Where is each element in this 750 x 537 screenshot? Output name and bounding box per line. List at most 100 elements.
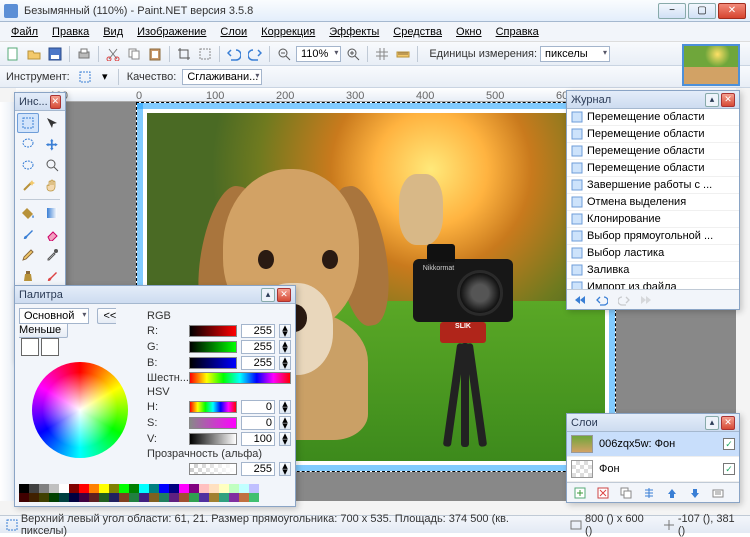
palette-swatch[interactable]: [219, 493, 229, 502]
palette-swatch[interactable]: [119, 484, 129, 493]
window-close-button[interactable]: ✕: [718, 3, 746, 19]
layer-merge[interactable]: [640, 484, 658, 502]
zoom-combo[interactable]: 110%: [296, 46, 341, 62]
palette-swatch[interactable]: [109, 493, 119, 502]
palette-swatch[interactable]: [169, 484, 179, 493]
palette-swatch[interactable]: [89, 484, 99, 493]
h-value[interactable]: 0: [241, 400, 275, 414]
layer-down[interactable]: [686, 484, 704, 502]
history-undo[interactable]: [593, 291, 611, 309]
history-item[interactable]: Перемещение области: [567, 109, 739, 126]
menu-window[interactable]: Окно: [449, 24, 489, 40]
window-minimize-button[interactable]: −: [658, 3, 686, 19]
palette-swatch[interactable]: [99, 493, 109, 502]
menu-view[interactable]: Вид: [96, 24, 130, 40]
history-item[interactable]: Выбор прямоугольной ...: [567, 228, 739, 245]
h-spin[interactable]: ▴▾: [279, 400, 291, 414]
v-slider[interactable]: [189, 433, 237, 445]
tool-move-pixels[interactable]: [41, 134, 63, 154]
palette-swatch[interactable]: [169, 493, 179, 502]
palette-swatch[interactable]: [29, 484, 39, 493]
history-item[interactable]: Клонирование: [567, 211, 739, 228]
palette-swatch[interactable]: [189, 484, 199, 493]
layer-up[interactable]: [663, 484, 681, 502]
b-value[interactable]: 255: [241, 356, 275, 370]
history-item[interactable]: Перемещение области: [567, 143, 739, 160]
grid-button[interactable]: [373, 45, 391, 63]
layer-row[interactable]: 006zqx5w: Фон✓: [567, 432, 739, 457]
palette-swatch[interactable]: [79, 493, 89, 502]
color-wheel[interactable]: [32, 362, 128, 458]
zoom-in-button[interactable]: [344, 45, 362, 63]
palette-swatch[interactable]: [139, 484, 149, 493]
palette-swatch[interactable]: [189, 493, 199, 502]
redo-button[interactable]: [246, 45, 264, 63]
layer-properties[interactable]: [709, 484, 727, 502]
layer-delete[interactable]: [594, 484, 612, 502]
palette-swatch[interactable]: [179, 493, 189, 502]
secondary-color-swatch[interactable]: [41, 338, 59, 356]
palette-swatch[interactable]: [229, 493, 239, 502]
palette-swatch[interactable]: [239, 484, 249, 493]
tool-brush[interactable]: [17, 224, 39, 244]
palette-swatch[interactable]: [49, 484, 59, 493]
h-slider[interactable]: [189, 401, 237, 413]
new-button[interactable]: [4, 45, 22, 63]
tool-recolor[interactable]: [41, 266, 63, 286]
history-item[interactable]: Перемещение области: [567, 126, 739, 143]
palette-swatch[interactable]: [29, 493, 39, 502]
palette-swatch[interactable]: [109, 484, 119, 493]
palette-swatch[interactable]: [249, 493, 259, 502]
print-button[interactable]: [75, 45, 93, 63]
alpha-slider[interactable]: [189, 463, 237, 475]
layer-visible-checkbox[interactable]: ✓: [723, 463, 735, 475]
palette-swatch[interactable]: [119, 493, 129, 502]
r-slider[interactable]: [189, 325, 237, 337]
tool-gradient[interactable]: [41, 203, 63, 223]
palette-swatch[interactable]: [79, 484, 89, 493]
v-value[interactable]: 100: [241, 432, 275, 446]
palette-swatch[interactable]: [139, 493, 149, 502]
alpha-value[interactable]: 255: [241, 462, 275, 476]
palette-swatch[interactable]: [149, 484, 159, 493]
tool-ellipse-select[interactable]: [17, 155, 39, 175]
palette-swatch[interactable]: [159, 484, 169, 493]
palette-swatch[interactable]: [159, 493, 169, 502]
history-item[interactable]: Импорт из файла: [567, 279, 739, 289]
palette-swatch[interactable]: [129, 484, 139, 493]
tools-panel-close[interactable]: ✕: [50, 95, 61, 109]
alpha-spin[interactable]: ▴▾: [279, 462, 291, 476]
layer-add[interactable]: [571, 484, 589, 502]
palette-swatch[interactable]: [19, 493, 29, 502]
palette-swatch[interactable]: [199, 493, 209, 502]
palette-swatch[interactable]: [19, 484, 29, 493]
palette-swatch[interactable]: [209, 484, 219, 493]
history-item[interactable]: Выбор ластика: [567, 245, 739, 262]
menu-image[interactable]: Изображение: [130, 24, 213, 40]
palette-swatch[interactable]: [69, 493, 79, 502]
colors-panel-close[interactable]: ✕: [277, 288, 291, 302]
r-spin[interactable]: ▴▾: [279, 324, 291, 338]
history-list[interactable]: Перемещение областиПеремещение областиПе…: [567, 109, 739, 289]
s-slider[interactable]: [189, 417, 237, 429]
r-value[interactable]: 255: [241, 324, 275, 338]
save-button[interactable]: [46, 45, 64, 63]
tool-eraser[interactable]: [41, 224, 63, 244]
deselect-button[interactable]: [196, 45, 214, 63]
palette-swatch[interactable]: [199, 484, 209, 493]
palette-swatch[interactable]: [219, 484, 229, 493]
window-maximize-button[interactable]: ▢: [688, 3, 716, 19]
menu-file[interactable]: Файл: [4, 24, 45, 40]
zoom-out-button[interactable]: [275, 45, 293, 63]
menu-effects[interactable]: Эффекты: [322, 24, 386, 40]
palette-swatch[interactable]: [99, 484, 109, 493]
layers-panel-roll[interactable]: ▴: [705, 416, 719, 430]
tool-pencil[interactable]: [17, 245, 39, 265]
menu-edit[interactable]: Правка: [45, 24, 96, 40]
layer-visible-checkbox[interactable]: ✓: [723, 438, 735, 450]
colors-panel-roll[interactable]: ▴: [261, 288, 275, 302]
palette-swatch[interactable]: [129, 493, 139, 502]
palette-swatch[interactable]: [239, 493, 249, 502]
history-item[interactable]: Отмена выделения: [567, 194, 739, 211]
palette-swatch[interactable]: [59, 493, 69, 502]
